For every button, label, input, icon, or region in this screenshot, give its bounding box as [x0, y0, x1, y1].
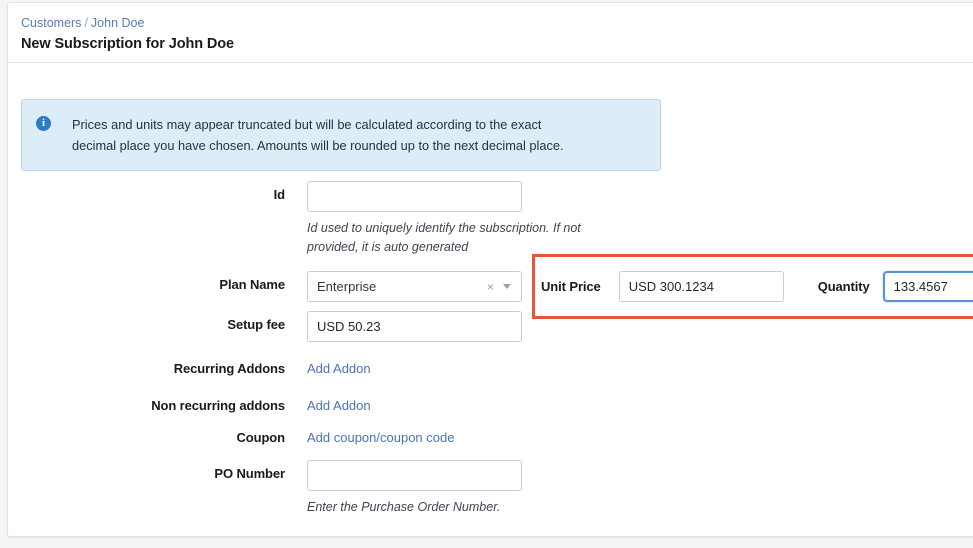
setup-fee-field-wrap: USD 50.23 [307, 311, 522, 342]
recurring-addons-label: Recurring Addons [173, 361, 285, 376]
non-recurring-addons-field-wrap: Add Addon [307, 392, 371, 415]
form-row-coupon: Coupon Add coupon/coupon code [8, 424, 973, 447]
unit-price-label: Unit Price [541, 279, 601, 294]
plan-name-label: Plan Name [219, 277, 285, 292]
po-number-helper-text: Enter the Purchase Order Number. [307, 500, 501, 514]
info-banner-line-1: Prices and units may appear truncated bu… [72, 117, 542, 132]
coupon-label: Coupon [236, 430, 286, 445]
info-banner: i Prices and units may appear truncated … [21, 99, 661, 171]
form-row-non-recurring-addons: Non recurring addons Add Addon [8, 392, 973, 415]
price-group: Unit Price USD 300.1234 Quantity 133.456… [541, 271, 973, 302]
info-banner-text: Prices and units may appear truncated bu… [72, 114, 564, 156]
po-number-field-wrap: Enter the Purchase Order Number. [307, 460, 582, 517]
id-input[interactable] [307, 181, 522, 212]
unit-price-input[interactable]: USD 300.1234 [618, 271, 784, 302]
recurring-addons-field-wrap: Add Addon [307, 355, 371, 378]
quantity-label: Quantity [817, 279, 870, 294]
plan-name-field-wrap: Enterprise × [307, 271, 522, 302]
breadcrumb: Customers / John Doe [21, 15, 973, 31]
page-header: Customers / John Doe New Subscription for … [8, 3, 973, 63]
breadcrumb-separator: / [84, 16, 88, 30]
form-row-id: Id Id used to uniquely identify the subs… [8, 181, 973, 257]
breadcrumb-link-john-doe[interactable]: John Doe [91, 16, 145, 30]
info-circle-icon: i [36, 116, 51, 131]
po-number-input[interactable] [307, 460, 522, 491]
coupon-field-wrap: Add coupon/coupon code [307, 424, 454, 447]
clear-icon[interactable]: × [487, 280, 503, 294]
plan-name-select[interactable]: Enterprise × [307, 271, 522, 302]
quantity-input[interactable]: 133.4567 [882, 271, 973, 302]
add-recurring-addon-link[interactable]: Add Addon [307, 355, 371, 376]
form-row-po-number: PO Number Enter the Purchase Order Numbe… [8, 460, 973, 517]
add-non-recurring-addon-link[interactable]: Add Addon [307, 392, 371, 413]
plan-name-selected-value: Enterprise [317, 279, 377, 294]
subscription-form: Id Id used to uniquely identify the subs… [8, 181, 973, 517]
id-label: Id [273, 187, 285, 202]
page-title: New Subscription for John Doe [21, 36, 235, 52]
add-coupon-link[interactable]: Add coupon/coupon code [307, 424, 454, 445]
form-row-recurring-addons: Recurring Addons Add Addon [8, 355, 973, 378]
non-recurring-addons-label: Non recurring addons [151, 398, 285, 413]
id-field-wrap: Id used to uniquely identify the subscri… [307, 181, 582, 257]
info-banner-line-2: decimal place you have chosen. Amounts w… [72, 138, 564, 153]
po-number-label: PO Number [214, 466, 285, 481]
breadcrumb-link-customers[interactable]: Customers [21, 16, 81, 30]
chevron-down-icon[interactable] [503, 284, 511, 289]
id-helper-text: Id used to uniquely identify the subscri… [307, 221, 581, 254]
form-row-setup-fee: Setup fee USD 50.23 [8, 311, 973, 342]
setup-fee-input[interactable]: USD 50.23 [307, 311, 522, 342]
page-card: Customers / John Doe New Subscription for … [7, 2, 973, 537]
setup-fee-label: Setup fee [227, 317, 285, 332]
